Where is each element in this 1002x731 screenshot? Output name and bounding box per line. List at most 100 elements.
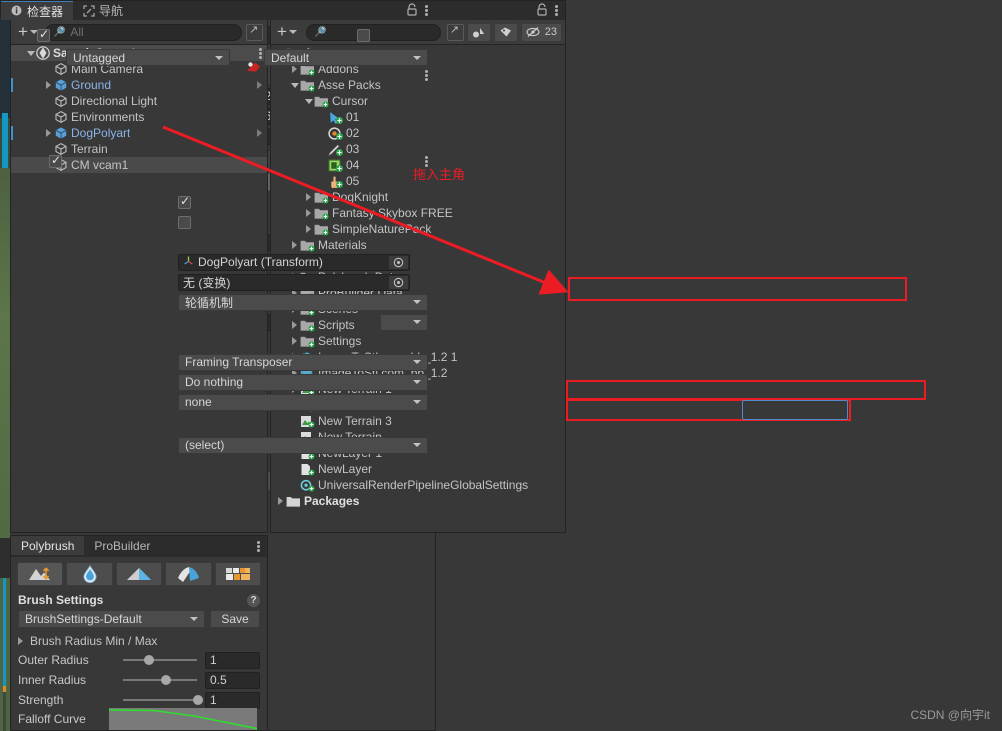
prefab-open-icon[interactable] [257,129,262,137]
folder-icon [314,95,329,108]
project-expand-icon[interactable] [446,23,464,41]
scene-view-strip[interactable] [0,18,10,731]
project-row[interactable]: Settings [271,333,565,349]
vcam-enabled-checkbox[interactable] [49,153,62,168]
hierarchy-row[interactable]: Environments [11,109,267,125]
folder-icon [300,319,315,332]
chevron-down-icon [26,50,35,56]
disclosure-toggle[interactable] [25,50,36,56]
brush-slider-value[interactable]: 1 [205,651,260,669]
hierarchy-row[interactable]: Ground [11,77,267,93]
prefab-open-icon[interactable] [257,81,262,89]
lens-preset-dropdown[interactable] [380,313,428,331]
disclosure-toggle[interactable] [303,193,314,201]
disclosure-toggle[interactable] [289,337,300,345]
layer-dropdown[interactable]: Default [264,49,428,66]
chevron-right-icon [18,637,23,645]
tab-inspector[interactable]: 检查器 [1,1,74,20]
brush-slider-value[interactable]: 0.5 [205,671,260,689]
project-menu-icon[interactable] [555,4,558,17]
object-picker-icon[interactable] [389,255,408,269]
help-icon[interactable]: ? [247,593,260,607]
project-row[interactable]: NewLayer [271,461,565,477]
project-row[interactable]: Materials [271,237,565,253]
brush-slider-value[interactable]: 1 [205,691,260,709]
scene-divider [0,538,10,578]
disclosure-toggle[interactable] [303,209,314,217]
inspector-menu-icon[interactable] [425,4,428,17]
tab-probuilder[interactable]: ProBuilder [84,536,160,555]
project-row[interactable]: UniversalRenderPipelineGlobalSettings [271,477,565,493]
brush-slider-knob[interactable] [143,655,154,665]
project-row[interactable]: Cursor [271,93,565,109]
brush-slider-knob[interactable] [192,695,203,705]
noise-dropdown[interactable]: none [178,393,428,411]
brush-slider-track[interactable] [123,695,203,705]
disclosure-toggle[interactable] [43,129,54,137]
add-extension-dropdown[interactable]: (select) [178,436,428,454]
project-add-button[interactable]: + [274,23,300,40]
lock-icon[interactable] [406,2,418,19]
project-row[interactable]: Asse Packs [271,77,565,93]
game-window-guides-checkbox[interactable] [178,194,191,209]
aim-dropdown[interactable]: Do nothing [178,373,428,391]
disclosure-toggle[interactable] [289,65,300,73]
disclosure-toggle[interactable] [289,241,300,249]
disclosure-toggle[interactable] [289,82,300,88]
project-row[interactable]: Fantasy Skybox FREE [271,205,565,221]
disclosure-toggle[interactable] [43,81,54,89]
tab-navigation[interactable]: 导航 [73,1,133,20]
tab-polybrush[interactable]: Polybrush [11,536,85,555]
hierarchy-row[interactable]: DogPolyart [11,125,267,141]
project-row[interactable]: DogKnight [271,189,565,205]
paint-brush-icon[interactable] [165,562,212,586]
project-row[interactable]: 01 [271,109,565,125]
disclosure-toggle[interactable] [303,98,314,104]
polybrush-menu-icon[interactable] [257,540,260,553]
body-dropdown[interactable]: Framing Transposer [178,353,428,371]
disclosure-toggle[interactable] [275,497,286,505]
save-button[interactable]: Save [210,610,260,628]
object-enabled-checkbox[interactable] [37,27,50,42]
brush-slider-knob[interactable] [161,675,172,685]
static-checkbox[interactable] [356,28,370,42]
project-row[interactable]: New Terrain 3 [271,413,565,429]
project-search-input[interactable]: 🔍 [305,23,441,41]
brush-radius-group[interactable]: Brush Radius Min / Max [11,632,267,650]
project-row-label: Cursor [332,94,369,108]
project-filter-label-button[interactable] [493,22,518,42]
project-filter-type-button[interactable] [466,22,491,42]
hierarchy-expand-icon[interactable] [246,23,263,41]
search-icon: 🔍 [52,26,66,38]
transform-menu-icon[interactable] [425,69,428,82]
lock-icon[interactable] [536,2,548,19]
info-icon [11,5,23,17]
brush-slider-track[interactable] [123,675,197,685]
object-picker-icon[interactable] [389,275,408,289]
sculpt-brush-icon[interactable] [17,562,64,586]
tag-dropdown[interactable]: Untagged [66,49,230,66]
project-row[interactable]: Packages [271,493,565,509]
disclosure-toggle[interactable] [303,225,314,233]
falloff-curve-editor[interactable] [109,708,257,730]
follow-object-field[interactable]: DogPolyart (Transform) [178,253,410,271]
polybrush-mode-toolbar [11,557,267,587]
chevron-right-icon [306,193,311,201]
project-row[interactable]: 02 [271,125,565,141]
save-during-play-checkbox[interactable] [178,215,191,229]
flatten-brush-icon[interactable] [115,562,163,586]
brush-preset-dropdown[interactable]: BrushSettings-Default [18,610,205,628]
project-hidden-count-button[interactable]: 23 [520,22,562,42]
modified-marker [11,126,13,140]
texture-brush-icon[interactable] [214,562,262,586]
brush-slider-track[interactable] [123,655,197,665]
disclosure-toggle[interactable] [289,321,300,329]
smooth-brush-icon[interactable] [66,562,113,586]
project-row[interactable]: SimpleNaturePack [271,221,565,237]
look-at-object-field[interactable]: 无 (变换) [178,273,410,291]
scene-menu-icon[interactable] [259,47,262,60]
project-row[interactable]: 03 [271,141,565,157]
standby-update-dropdown[interactable]: 轮循机制 [178,293,428,311]
hierarchy-row[interactable]: Directional Light [11,93,267,109]
hierarchy-search-input[interactable]: 🔍 All [44,23,242,41]
